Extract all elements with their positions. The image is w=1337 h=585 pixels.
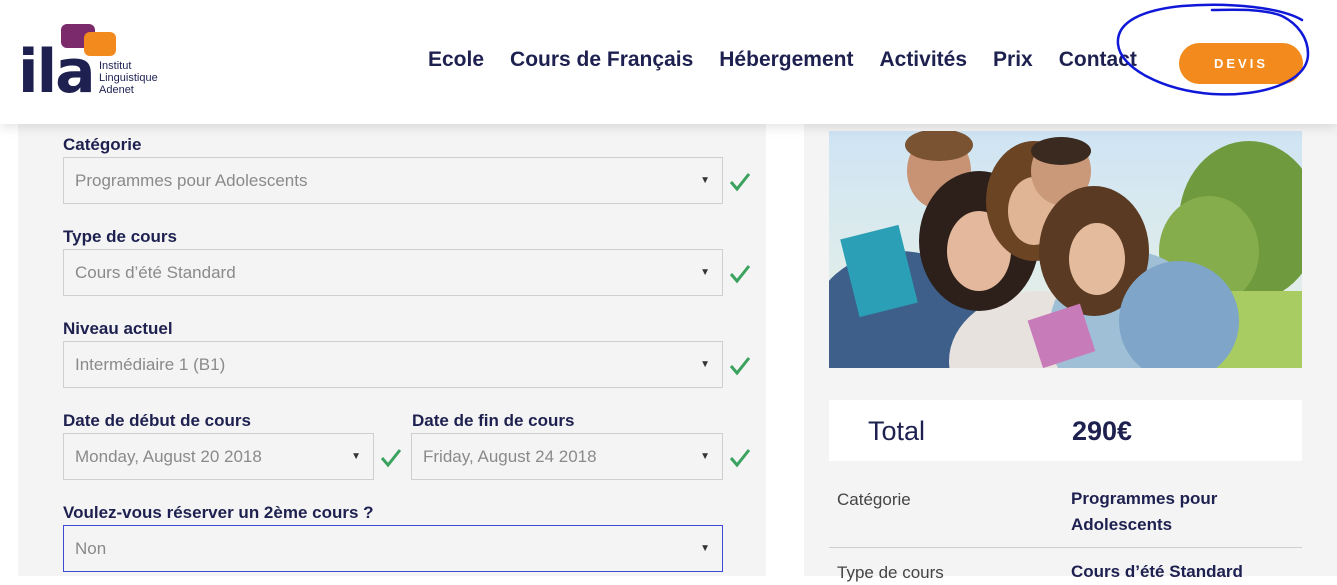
summary-categorie-value: Programmes pour Adolescents [1071,489,1218,534]
check-icon [729,449,751,468]
caret-down-icon: ▼ [700,175,710,186]
date-fin-label: Date de fin de cours [412,411,575,430]
logo-line-3: Adenet [99,84,134,96]
niveau-value: Intermédiaire 1 (B1) [75,355,226,374]
site-header: ila Institut Linguistique Adenet Ecole C… [0,0,1337,124]
second-course-value: Non [75,539,107,558]
students-photo [829,131,1302,368]
categorie-label: Catégorie [63,135,142,154]
date-debut-value: Monday, August 20 2018 [75,447,262,466]
type-cours-select[interactable]: Cours d’été Standard ▼ [63,249,723,296]
caret-down-icon: ▼ [700,451,710,462]
nav-contact[interactable]: Contact [1059,48,1137,72]
date-fin-value: Friday, August 24 2018 [423,447,597,466]
date-fin-select[interactable]: Friday, August 24 2018 ▼ [411,433,723,480]
caret-down-icon: ▼ [700,267,710,278]
summary-categorie-key: Catégorie [837,490,911,509]
nav-ecole[interactable]: Ecole [428,48,484,72]
total-label: Total [868,416,926,446]
second-course-select[interactable]: Non ▼ [63,525,723,572]
niveau-select[interactable]: Intermédiaire 1 (B1) ▼ [63,341,723,388]
total-box: Total 290€ [829,400,1302,461]
second-course-label: Voulez-vous réserver un 2ème cours ? [63,503,374,522]
check-icon [729,265,751,284]
type-cours-label: Type de cours [63,227,177,246]
date-debut-label: Date de début de cours [63,411,251,430]
students-group-image [829,131,1302,368]
devis-button[interactable]: DEVIS [1179,43,1303,84]
ila-logo[interactable]: ila Institut Linguistique Adenet [18,22,178,104]
check-icon [729,357,751,376]
summary-type-value: Cours d’été Standard [1071,562,1243,581]
categorie-select[interactable]: Programmes pour Adolescents ▼ [63,157,723,204]
logo-text: Institut Linguistique Adenet [99,60,158,96]
caret-down-icon: ▼ [700,543,710,554]
nav-hebergement[interactable]: Hébergement [719,48,853,72]
nav-prix[interactable]: Prix [993,48,1033,72]
type-cours-value: Cours d’été Standard [75,263,236,282]
check-icon [380,449,402,468]
logo-line-1: Institut [99,60,132,72]
nav-cours-de-francais[interactable]: Cours de Français [510,48,693,72]
nav-activites[interactable]: Activités [879,48,967,72]
niveau-label: Niveau actuel [63,319,173,338]
check-icon [729,173,751,192]
categorie-value: Programmes pour Adolescents [75,171,308,190]
main-nav: Ecole Cours de Français Hébergement Acti… [428,48,1163,72]
caret-down-icon: ▼ [700,359,710,370]
date-debut-select[interactable]: Monday, August 20 2018 ▼ [63,433,374,480]
summary-divider [829,547,1302,548]
caret-down-icon: ▼ [351,451,361,462]
summary-type-key: Type de cours [837,563,944,582]
logo-line-2: Linguistique [99,72,158,84]
logo-mark: ila [18,37,96,107]
total-value: 290€ [1072,416,1133,446]
